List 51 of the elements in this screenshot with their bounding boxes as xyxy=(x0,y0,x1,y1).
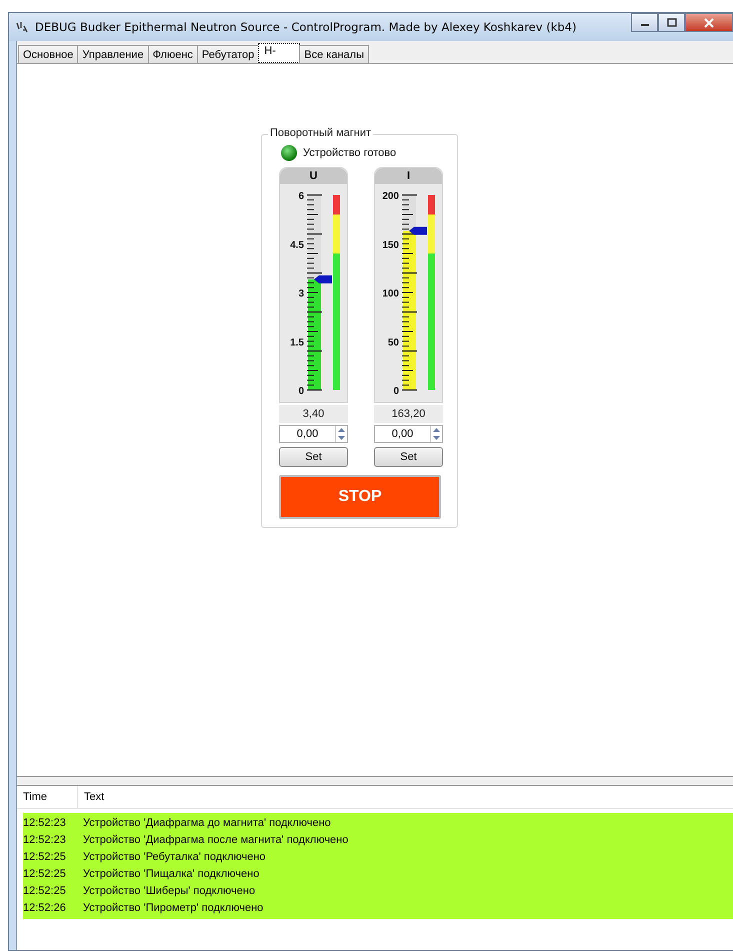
close-button[interactable] xyxy=(685,13,733,32)
log-message: Устройство 'Ребуталка' подключено xyxy=(82,850,266,865)
scale-label: 100 xyxy=(382,288,399,300)
tab[interactable]: Основное xyxy=(18,45,78,63)
value-marker xyxy=(409,226,427,235)
tab[interactable]: H- xyxy=(258,43,300,63)
scale-label: 0 xyxy=(393,386,399,397)
tab[interactable]: Флюенс xyxy=(148,45,198,63)
value-marker xyxy=(314,275,332,284)
log-message: Устройство 'Диафрагма после магнита' подключено xyxy=(82,833,348,848)
scale-label: 150 xyxy=(382,240,399,251)
column-header[interactable]: Text xyxy=(78,791,104,803)
group-title: Поворотный магнит xyxy=(268,127,374,139)
log-time: 12:52:23 xyxy=(23,816,67,831)
scale-label: 3 xyxy=(298,288,304,300)
log-time: 12:52:26 xyxy=(23,901,67,916)
log-time: 12:52:25 xyxy=(23,884,67,899)
setpoint-spinbox[interactable]: 0,00 xyxy=(374,425,443,443)
gauge-label: I xyxy=(375,168,442,184)
scale-label: 4.5 xyxy=(290,240,304,251)
log-time: 12:52:23 xyxy=(23,833,67,848)
minimize-button[interactable] xyxy=(631,13,658,32)
scale-label: 6 xyxy=(298,191,304,202)
gauge-label: U xyxy=(280,168,347,184)
set-button[interactable]: Set xyxy=(374,447,443,467)
app-icon xyxy=(15,20,29,34)
set-button[interactable]: Set xyxy=(279,447,348,467)
scale-label: 1.5 xyxy=(290,337,304,348)
spin-arrows-icon xyxy=(336,426,347,442)
close-icon xyxy=(703,18,715,28)
maximize-icon xyxy=(666,18,676,27)
spin-arrows-icon xyxy=(431,426,442,442)
tab[interactable]: Управление xyxy=(77,45,149,63)
value-readout: 3,40 xyxy=(279,405,348,423)
log-message: Устройство 'Шиберы' подключено xyxy=(82,884,256,899)
tab[interactable]: Все каналы xyxy=(299,45,369,63)
tab[interactable]: Ребутатор xyxy=(196,45,260,63)
scale-label: 50 xyxy=(388,337,399,348)
column-header[interactable]: Time xyxy=(17,786,78,808)
status-text: Устройство готово xyxy=(303,147,396,159)
window-title: DEBUG Budker Epithermal Neutron Source - ControlProgram. Made by Alexey Koshkarev (kb4) xyxy=(35,20,576,34)
maximize-button[interactable] xyxy=(658,13,685,32)
scale-label: 0 xyxy=(298,386,304,397)
value-readout: 163,20 xyxy=(374,405,443,423)
setpoint-spinbox[interactable]: 0,00 xyxy=(279,425,348,443)
log-message: Устройство 'Пищалка' подключено xyxy=(82,867,260,882)
log-message: Устройство 'Диафрагма до магнита' подключено xyxy=(82,816,331,831)
log-message: Устройство 'Пирометр' подключено xyxy=(82,901,264,916)
log-time: 12:52:25 xyxy=(23,850,67,865)
log-time: 12:52:25 xyxy=(23,867,67,882)
scale-label: 200 xyxy=(382,191,399,202)
